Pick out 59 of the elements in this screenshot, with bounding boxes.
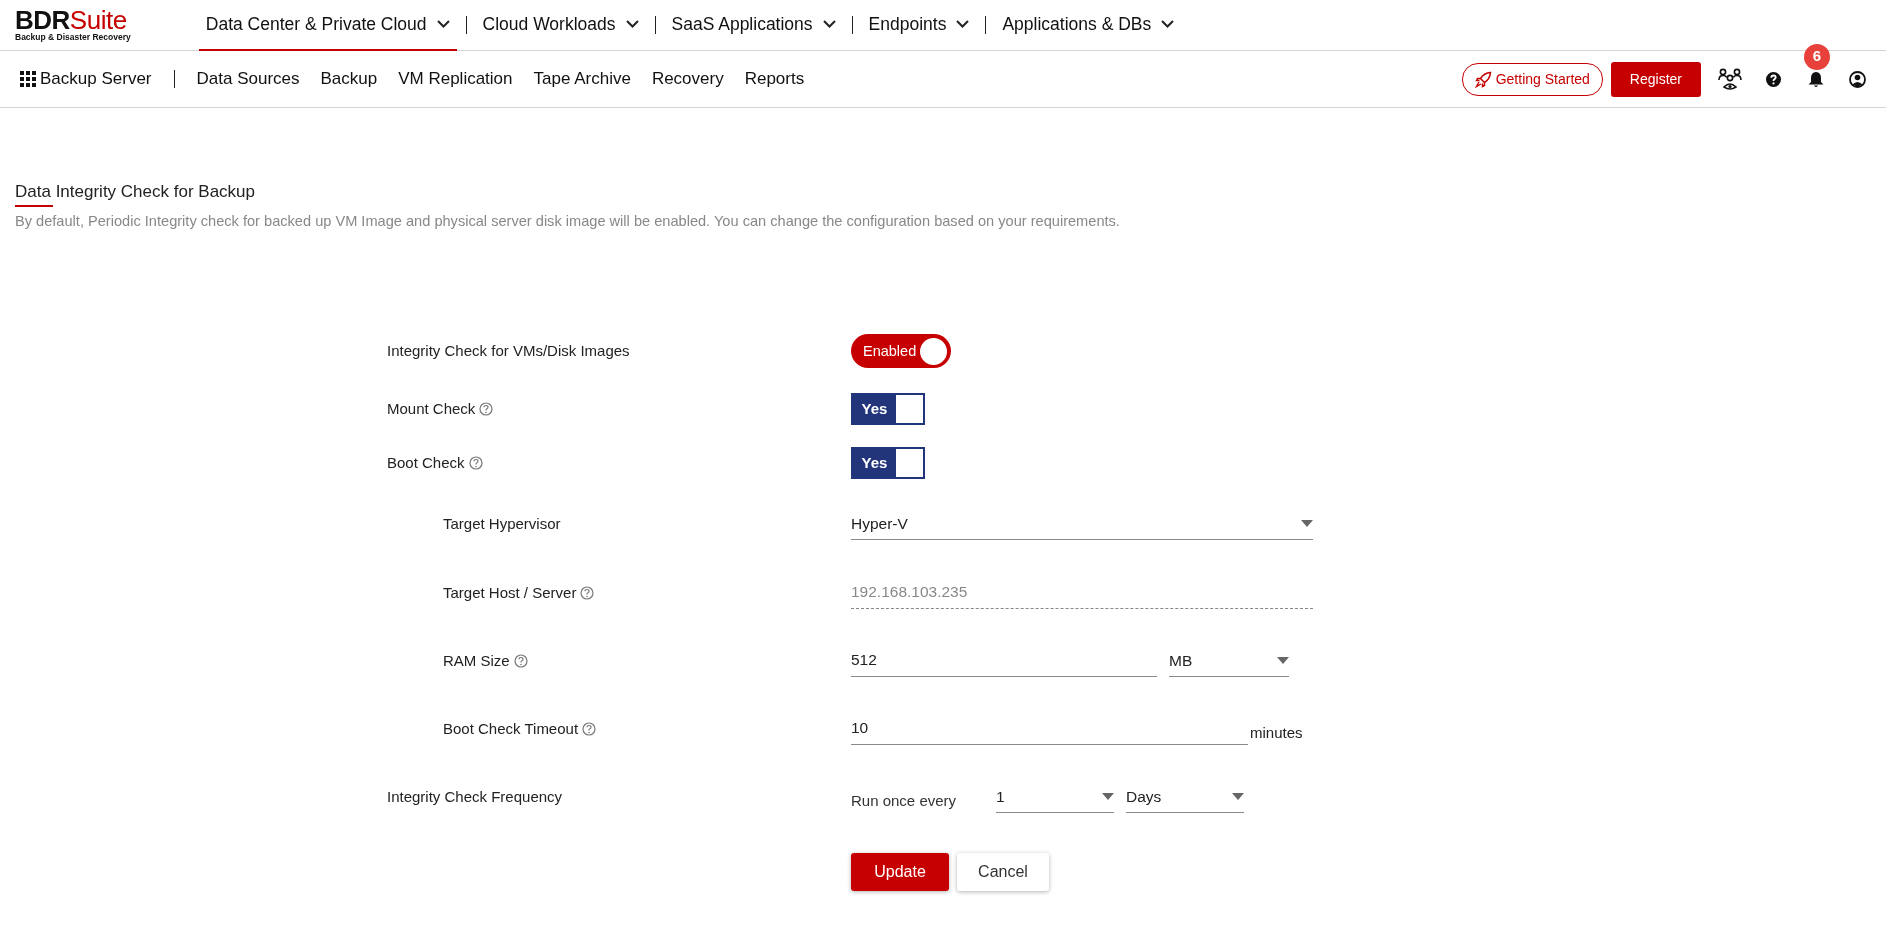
nav-link[interactable]: Reports (744, 66, 805, 92)
register-button[interactable]: Register (1610, 61, 1701, 97)
toggle-switch[interactable]: Enabled (851, 334, 951, 369)
caret-icon (1232, 792, 1244, 800)
toggle-switch[interactable]: Yes (851, 392, 925, 425)
cancel-button[interactable]: Cancel (957, 852, 1049, 891)
community-button[interactable] (1718, 68, 1742, 90)
update-button[interactable]: Update (851, 852, 949, 891)
profile-button[interactable] (1849, 70, 1866, 88)
toggle-switch[interactable]: Yes (851, 446, 925, 479)
field-label: Mount Check (387, 398, 476, 419)
field-label: Integrity Check Frequency (387, 786, 563, 807)
chevron-down-icon (625, 20, 639, 28)
caret-icon (1102, 792, 1114, 800)
period-dropdown[interactable]: Days (1126, 780, 1244, 813)
nav-link[interactable]: VM Replication (398, 66, 513, 92)
caret-icon (1301, 520, 1313, 528)
nav-link[interactable]: Recovery (651, 66, 724, 92)
hypervisor-dropdown[interactable]: Hyper-V (851, 508, 1313, 541)
notification-count: 6 (1804, 43, 1830, 70)
user-icon (1849, 70, 1866, 88)
bell-icon (1808, 70, 1824, 88)
nav-link[interactable]: Data Sources (196, 66, 300, 92)
interval-dropdown[interactable]: 1 (996, 780, 1114, 813)
nav-tab[interactable]: Endpoints (861, 0, 977, 51)
field-label: RAM Size (443, 650, 510, 671)
nav-tab[interactable]: Cloud Workloads (475, 0, 646, 51)
nav-tab[interactable]: Applications & DBs (995, 0, 1182, 51)
chevron-down-icon (1161, 20, 1175, 28)
nav-tab[interactable]: SaaS Applications (664, 0, 843, 51)
nav-link[interactable]: Backup (320, 66, 378, 92)
page-description: By default, Periodic Integrity check for backed up VM Image and physical server disk image will be enabled. You can change the configuration based on your requirements. (15, 212, 1121, 231)
people-icon (1718, 68, 1742, 90)
field-label: Boot Check Timeout (443, 718, 579, 739)
ram-size-field[interactable]: 512 (851, 644, 1157, 677)
field-label: Target Hypervisor (443, 514, 561, 535)
page-title: Data Integrity Check for Backup (15, 182, 255, 203)
caret-icon (1277, 656, 1289, 664)
field-label: Boot Check (387, 452, 465, 473)
field-label: Integrity Check for VMs/Disk Images (387, 341, 630, 362)
nav-tab[interactable]: Data Center & Private Cloud (198, 0, 457, 51)
frequency-prefix: Run once every (851, 790, 958, 811)
notifications-button[interactable] (1808, 70, 1824, 88)
field-label: Target Host / Server (443, 582, 577, 603)
unit-dropdown[interactable]: MB (1169, 644, 1289, 677)
chevron-down-icon (956, 20, 970, 28)
grid-icon (20, 71, 36, 87)
rocket-icon (1474, 70, 1492, 88)
unit-label: minutes (1250, 723, 1303, 744)
chevron-down-icon (436, 20, 450, 28)
help-button[interactable] (1766, 71, 1781, 87)
app-switcher[interactable]: Backup Server (20, 66, 152, 92)
host-field[interactable]: 192.168.103.235 (851, 576, 1313, 609)
nav-link[interactable]: Tape Archive (533, 66, 631, 92)
getting-started-button[interactable]: Getting Started (1461, 62, 1603, 96)
help-icon (1766, 71, 1781, 87)
logo[interactable]: BDRSuite Backup & Disaster Recovery (15, 8, 131, 42)
timeout-field[interactable]: 10 (851, 712, 1248, 745)
chevron-down-icon (822, 20, 836, 28)
